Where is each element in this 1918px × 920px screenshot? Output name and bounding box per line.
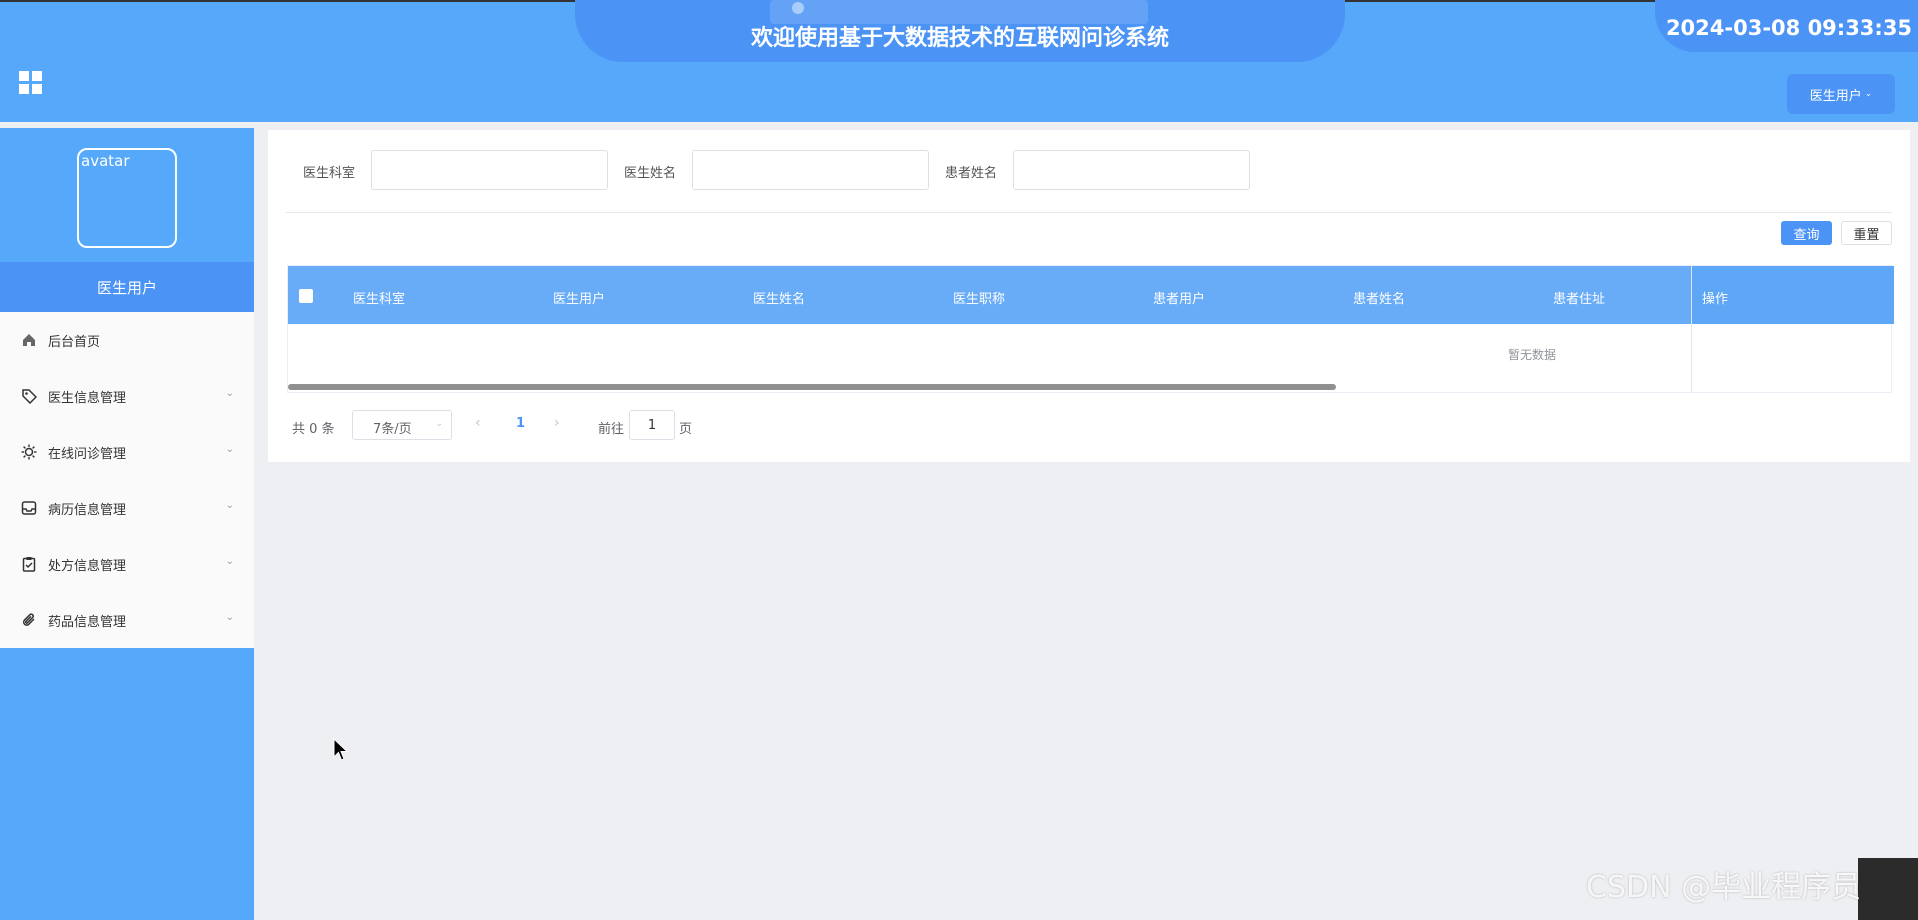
sidebar-item-prescriptions[interactable]: 处方信息管理 ⌄: [0, 536, 254, 592]
reset-button[interactable]: 重置: [1841, 221, 1892, 245]
home-icon: [20, 331, 38, 349]
sidebar-item-label: 后台首页: [48, 334, 101, 350]
goto-page-input[interactable]: 1: [629, 410, 675, 440]
total-count: 共 0 条: [292, 422, 335, 437]
next-page-icon[interactable]: ›: [554, 415, 560, 431]
filter-dept-label: 医生科室: [303, 166, 356, 181]
sun-icon: [20, 443, 38, 461]
sidebar-item-label: 处方信息管理: [48, 558, 127, 574]
avatar[interactable]: avatar: [77, 148, 177, 248]
column-header[interactable]: 医生用户: [553, 288, 605, 307]
mouse-cursor-icon: [333, 737, 349, 766]
query-button[interactable]: 查询: [1781, 221, 1832, 245]
user-menu-label: 医生用户: [1809, 88, 1862, 104]
sidebar-item-label: 医生信息管理: [48, 390, 127, 406]
chevron-down-icon: ⌄: [225, 388, 234, 399]
ghost-dot: [792, 2, 804, 14]
filter-patient-name-label: 患者姓名: [945, 166, 998, 181]
horizontal-scrollbar[interactable]: [288, 384, 1336, 390]
sidebar-item-label: 病历信息管理: [48, 502, 127, 518]
chevron-down-icon: ⌄: [435, 419, 443, 429]
empty-text: 暂无数据: [1508, 348, 1557, 362]
sidebar-item-doctor-info[interactable]: 医生信息管理 ⌄: [0, 368, 254, 424]
clipboard-check-icon: [20, 555, 38, 573]
pagination: 共 0 条 7条/页 ⌄ ‹ 1 › 前往 1 页: [268, 410, 968, 440]
top-header: 欢迎使用基于大数据技术的互联网问诊系统 2024-03-08 09:33:35 …: [0, 0, 1918, 122]
filter-divider: [286, 212, 1892, 213]
column-header[interactable]: 医生姓名: [753, 288, 805, 307]
operation-header: 操作: [1692, 266, 1894, 324]
column-header[interactable]: 医生职称: [953, 288, 1005, 307]
tag-icon: [20, 387, 38, 405]
data-table: 医生科室 医生用户 医生姓名 医生职称 患者用户 患者姓名 患者住址 操作 暂无…: [287, 265, 1894, 393]
filter-doctor-name-label: 医生姓名: [624, 166, 677, 181]
chevron-down-icon: ⌄: [225, 556, 234, 567]
page-unit-label: 页: [679, 422, 693, 437]
content-panel: 医生科室 医生姓名 患者姓名 查询 重置 医生科室 医生用户 医生姓名 医生职称…: [268, 130, 1910, 462]
filter-patient-name-input[interactable]: [1013, 150, 1250, 190]
chevron-down-icon: ⌄: [225, 444, 234, 455]
operation-column: 操作: [1691, 266, 1894, 392]
datetime-display: 2024-03-08 09:33:35: [1665, 16, 1913, 40]
chevron-down-icon: ⌄: [225, 612, 234, 623]
sidebar-item-label: 在线问诊管理: [48, 446, 127, 462]
column-header[interactable]: 患者用户: [1153, 288, 1205, 307]
paperclip-icon: [20, 611, 38, 629]
page-size-value: 7条/页: [373, 422, 412, 437]
page-size-select[interactable]: 7条/页 ⌄: [352, 410, 452, 440]
sidebar-menu: 后台首页 医生信息管理 ⌄ 在线问诊管理 ⌄ 病历信息管理 ⌄ 处方信息管理 ⌄…: [0, 312, 254, 648]
inbox-icon: [20, 499, 38, 517]
sidebar-item-consultation[interactable]: 在线问诊管理 ⌄: [0, 424, 254, 480]
select-all-checkbox[interactable]: [299, 289, 313, 303]
column-header[interactable]: 患者住址: [1553, 288, 1605, 307]
sidebar-item-medicines[interactable]: 药品信息管理 ⌄: [0, 592, 254, 648]
column-header[interactable]: 医生科室: [353, 288, 405, 307]
table-header: 医生科室 医生用户 医生姓名 医生职称 患者用户 患者姓名 患者住址: [288, 266, 1893, 324]
sidebar-item-label: 药品信息管理: [48, 614, 127, 630]
page-title: 欢迎使用基于大数据技术的互联网问诊系统: [750, 26, 1169, 51]
grid-icon[interactable]: [19, 71, 43, 95]
filter-dept-input[interactable]: [371, 150, 608, 190]
watermark: CSDN @毕业程序员: [1586, 870, 1862, 905]
goto-label: 前往: [598, 422, 625, 437]
column-header[interactable]: 患者姓名: [1353, 288, 1405, 307]
sidebar-role-label: 医生用户: [0, 262, 254, 312]
column-header: 操作: [1702, 292, 1729, 307]
prev-page-icon[interactable]: ‹: [475, 415, 481, 431]
sidebar-item-home[interactable]: 后台首页: [0, 312, 254, 368]
page-number[interactable]: 1: [516, 416, 525, 431]
user-menu-button[interactable]: 医生用户 ⌄: [1787, 74, 1895, 114]
filter-doctor-name-input[interactable]: [692, 150, 929, 190]
chevron-down-icon: ⌄: [1864, 89, 1873, 99]
sidebar-item-medical-records[interactable]: 病历信息管理 ⌄: [0, 480, 254, 536]
chevron-down-icon: ⌄: [225, 500, 234, 511]
corner-overlay: [1858, 858, 1918, 920]
sidebar: avatar 医生用户 后台首页 医生信息管理 ⌄ 在线问诊管理 ⌄ 病历信息管…: [0, 128, 254, 920]
